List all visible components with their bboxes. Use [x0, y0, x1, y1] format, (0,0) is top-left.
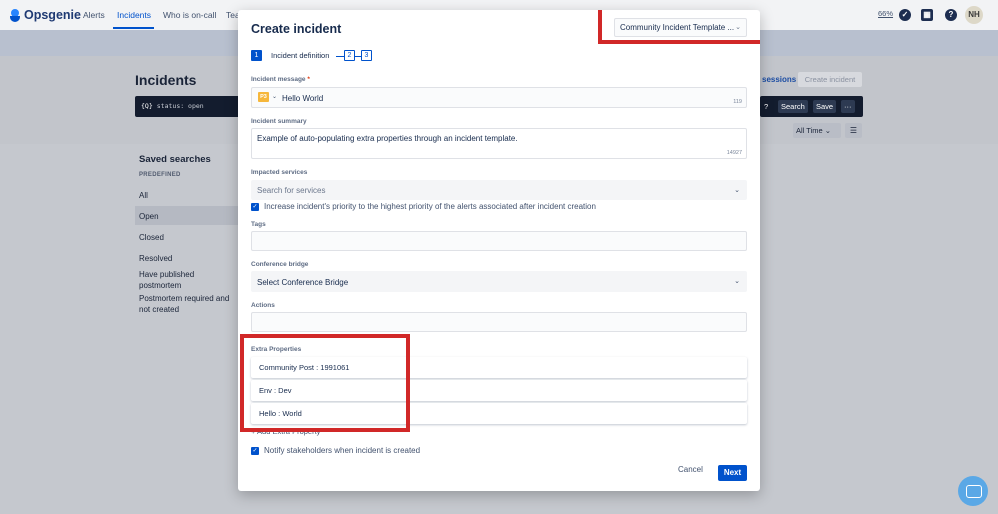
nav-who-is-on-call[interactable]: Who is on-call — [163, 10, 216, 20]
sessions-link[interactable]: sessions — [762, 75, 796, 84]
compass-icon[interactable]: ✓ — [899, 9, 911, 21]
save-search-button[interactable]: Save — [813, 100, 837, 113]
saved-search-postmortem-required[interactable]: Postmortem required and not created — [139, 293, 234, 315]
impacted-services-select[interactable]: Search for services ⌄ — [251, 180, 747, 200]
conference-bridge-value: Select Conference Bridge — [257, 278, 349, 287]
priority-badge[interactable]: P3 — [258, 92, 269, 102]
time-filter-select[interactable]: All Time ⌄ — [793, 123, 841, 138]
chat-support-icon[interactable] — [958, 476, 988, 506]
apps-icon[interactable]: ▦ — [921, 9, 933, 21]
create-incident-button[interactable]: Create incident — [798, 72, 862, 87]
increase-priority-checkbox[interactable]: ✓ — [251, 203, 259, 211]
help-icon[interactable]: ? — [945, 9, 957, 21]
step-1-indicator: 1 — [251, 50, 262, 61]
saved-search-open[interactable]: Open — [139, 211, 159, 222]
incident-summary-label: Incident summary — [251, 118, 307, 125]
conference-bridge-select[interactable]: Select Conference Bridge ⌄ — [251, 271, 747, 292]
next-button[interactable]: Next — [718, 465, 747, 481]
chevron-down-icon: ⌄ — [824, 126, 832, 135]
notify-stakeholders-checkbox[interactable]: ✓ — [251, 447, 259, 455]
incident-summary-value: Example of auto-populating extra propert… — [257, 134, 518, 143]
brand-name: Opsgenie — [24, 8, 81, 22]
chevron-down-icon: ⌄ — [734, 187, 740, 194]
saved-search-published-postmortem[interactable]: Have published postmortem — [139, 269, 209, 291]
impacted-services-label: Impacted services — [251, 169, 308, 176]
page-title: Incidents — [135, 72, 197, 88]
search-query-text: status: open — [156, 102, 204, 110]
search-button[interactable]: Search — [778, 100, 808, 113]
user-avatar[interactable]: NH — [965, 6, 983, 24]
tags-input[interactable] — [251, 231, 747, 251]
conference-bridge-label: Conference bridge — [251, 261, 309, 268]
cancel-button[interactable]: Cancel — [678, 465, 703, 474]
opsgenie-logo-icon — [10, 8, 20, 22]
filter-settings-icon[interactable]: ☰ — [845, 123, 862, 138]
notify-stakeholders-label[interactable]: Notify stakeholders when incident is cre… — [264, 446, 420, 455]
zoom-level[interactable]: 66% — [878, 9, 893, 18]
opsgenie-logo[interactable]: Opsgenie — [10, 8, 81, 22]
chevron-down-icon[interactable]: ⌄ — [272, 93, 277, 100]
saved-search-resolved[interactable]: Resolved — [139, 253, 172, 264]
more-options-button[interactable]: ··· — [841, 100, 855, 113]
search-toolbar: ? Search Save ··· — [760, 96, 863, 117]
help-question[interactable]: ? — [764, 102, 768, 111]
saved-searches-section: PREDEFINED — [139, 172, 181, 178]
nav-alerts[interactable]: Alerts — [83, 10, 105, 20]
search-query-bar[interactable]: {Q} status: open — [135, 96, 255, 117]
query-icon: {Q} — [141, 102, 153, 110]
actions-label: Actions — [251, 302, 275, 309]
incident-message-value: Hello World — [282, 94, 324, 103]
chevron-down-icon: ⌄ — [734, 278, 740, 285]
extra-properties-highlight-box — [240, 334, 410, 432]
actions-input[interactable] — [251, 312, 747, 332]
step-3-indicator[interactable]: 3 — [361, 50, 372, 61]
time-filter-label: All Time — [796, 126, 823, 135]
incident-message-label: Incident message * — [251, 76, 310, 83]
summary-char-counter: 14927 — [726, 150, 742, 156]
create-incident-modal: Create incident Community Incident Templ… — [238, 10, 760, 491]
tags-label: Tags — [251, 221, 266, 228]
step-2-indicator[interactable]: 2 — [344, 50, 355, 61]
saved-search-closed[interactable]: Closed — [139, 232, 164, 243]
template-highlight-box — [598, 10, 760, 44]
saved-search-all[interactable]: All — [139, 190, 148, 201]
step-1-label: Incident definition — [271, 51, 330, 60]
message-char-counter: 119 — [733, 99, 742, 105]
modal-title: Create incident — [251, 22, 342, 36]
incident-summary-field[interactable]: Example of auto-populating extra propert… — [251, 128, 747, 159]
active-nav-indicator — [113, 27, 154, 29]
impacted-services-placeholder: Search for services — [257, 186, 326, 195]
increase-priority-label[interactable]: Increase incident's priority to the high… — [264, 202, 596, 211]
saved-searches-title: Saved searches — [139, 154, 211, 165]
incident-message-field[interactable]: P3 ⌄ Hello World 119 — [251, 87, 747, 108]
nav-incidents[interactable]: Incidents — [117, 10, 151, 20]
